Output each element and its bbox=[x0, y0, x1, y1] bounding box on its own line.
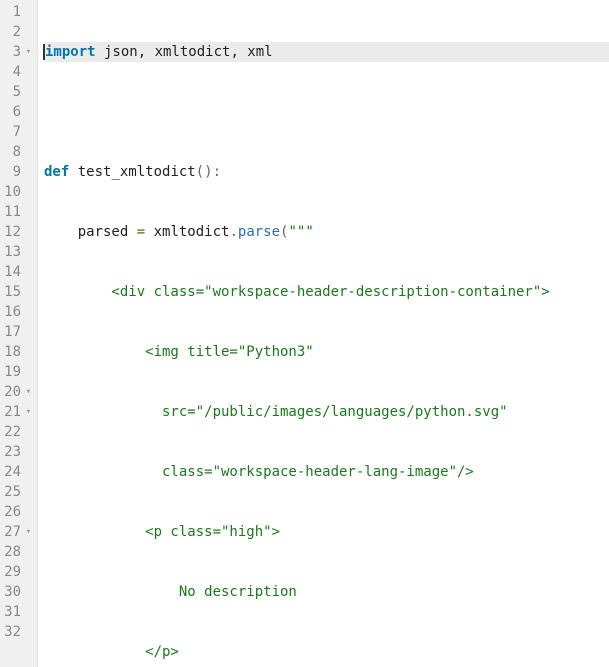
code-line[interactable]: <p class="high"> bbox=[44, 522, 609, 542]
line-number: 27 bbox=[4, 522, 21, 542]
string-literal: No description bbox=[44, 584, 297, 600]
code-line[interactable]: </p> bbox=[44, 642, 609, 662]
line-number-gutter: 1 2 3▾ 4 5 6 7 8 9 10 11 12 13 14 15 16 … bbox=[0, 0, 38, 667]
string-literal: <p class="high"> bbox=[44, 524, 280, 540]
code-area[interactable]: import json, xmltodict, xml def test_xml… bbox=[38, 0, 609, 667]
code-text: json, xmltodict, xml bbox=[96, 44, 273, 60]
line-number: 22 bbox=[4, 422, 21, 442]
code-line[interactable]: def test_xmltodict(): bbox=[44, 162, 609, 182]
string-literal: </p> bbox=[44, 644, 179, 660]
line-number: 15 bbox=[4, 282, 21, 302]
line-number: 7 bbox=[13, 122, 21, 142]
string-literal: class="workspace-header-lang-image"/> bbox=[44, 464, 474, 480]
line-number: 28 bbox=[4, 542, 21, 562]
code-line[interactable]: <div class="workspace-header-description… bbox=[44, 282, 609, 302]
line-number: 26 bbox=[4, 502, 21, 522]
fold-toggle-icon[interactable]: ▾ bbox=[23, 382, 31, 402]
line-number: 16 bbox=[4, 302, 21, 322]
line-number: 8 bbox=[13, 142, 21, 162]
line-number: 13 bbox=[4, 242, 21, 262]
line-number: 21 bbox=[4, 402, 21, 422]
line-number: 17 bbox=[4, 322, 21, 342]
string-literal: <img title="Python3" bbox=[44, 344, 314, 360]
line-number: 25 bbox=[4, 482, 21, 502]
fold-toggle-icon[interactable]: ▾ bbox=[23, 402, 31, 422]
fold-toggle-icon[interactable]: ▾ bbox=[23, 42, 31, 62]
code-line[interactable]: parsed = xmltodict.parse(""" bbox=[44, 222, 609, 242]
line-number: 14 bbox=[4, 262, 21, 282]
keyword-import: import bbox=[45, 44, 96, 60]
string-literal: """ bbox=[288, 224, 313, 240]
line-number: 11 bbox=[4, 202, 21, 222]
line-number: 9 bbox=[13, 162, 21, 182]
code-line[interactable]: <img title="Python3" bbox=[44, 342, 609, 362]
line-number: 1 bbox=[13, 2, 21, 22]
line-number: 20 bbox=[4, 382, 21, 402]
line-number: 19 bbox=[4, 362, 21, 382]
code-line[interactable]: import json, xmltodict, xml bbox=[44, 42, 609, 62]
line-number: 2 bbox=[13, 22, 21, 42]
code-line[interactable]: No description bbox=[44, 582, 609, 602]
line-number: 32 bbox=[4, 622, 21, 642]
line-number: 5 bbox=[13, 82, 21, 102]
function-name: test_xmltodict bbox=[78, 164, 196, 180]
line-number: 12 bbox=[4, 222, 21, 242]
line-number: 29 bbox=[4, 562, 21, 582]
string-literal: src="/public/images/languages/python.svg… bbox=[44, 404, 508, 420]
code-text: parsed bbox=[44, 224, 137, 240]
line-number: 4 bbox=[13, 62, 21, 82]
string-literal: <div class="workspace-header-description… bbox=[44, 284, 550, 300]
line-number: 10 bbox=[4, 182, 21, 202]
line-number: 31 bbox=[4, 602, 21, 622]
line-number: 18 bbox=[4, 342, 21, 362]
code-text: xmltodict bbox=[145, 224, 229, 240]
fold-toggle-icon[interactable]: ▾ bbox=[23, 522, 31, 542]
method-name: parse bbox=[238, 224, 280, 240]
code-line[interactable]: src="/public/images/languages/python.svg… bbox=[44, 402, 609, 422]
line-number: 24 bbox=[4, 462, 21, 482]
line-number: 23 bbox=[4, 442, 21, 462]
code-line[interactable] bbox=[44, 102, 609, 122]
line-number: 6 bbox=[13, 102, 21, 122]
keyword-def: def bbox=[44, 164, 69, 180]
code-editor[interactable]: 1 2 3▾ 4 5 6 7 8 9 10 11 12 13 14 15 16 … bbox=[0, 0, 609, 667]
code-line[interactable]: class="workspace-header-lang-image"/> bbox=[44, 462, 609, 482]
line-number: 30 bbox=[4, 582, 21, 602]
line-number: 3 bbox=[13, 42, 21, 62]
